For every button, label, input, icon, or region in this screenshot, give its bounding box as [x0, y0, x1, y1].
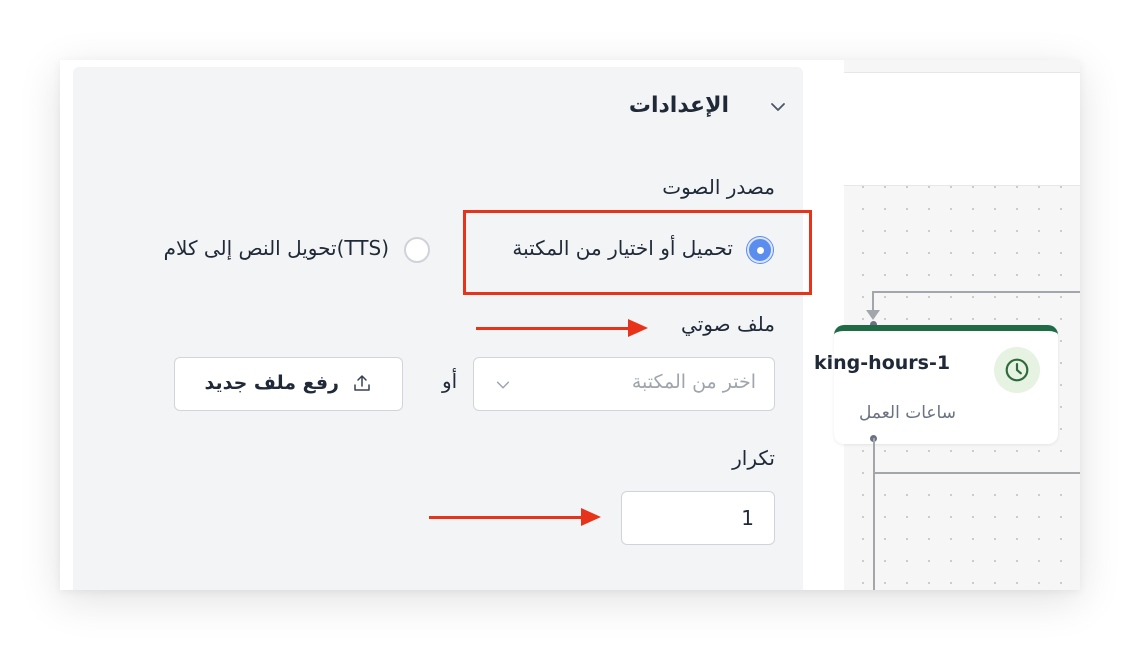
upload-icon [354, 375, 370, 391]
flow-node-working-hours[interactable]: king-hours-1 ساعات العمل [814, 325, 1058, 444]
radio-tts[interactable] [404, 237, 430, 263]
settings-panel: الإعدادات مصدر الصوت تحميل أو اختيار من … [73, 67, 812, 590]
highlight-box [463, 210, 812, 295]
annotation-arrow-head [628, 319, 648, 337]
chevron-down-icon [496, 381, 510, 389]
upload-button-label: رفع ملف جديد [204, 372, 339, 394]
connector-arrow [866, 310, 880, 320]
node-title: king-hours-1 [814, 352, 951, 374]
canvas-toolbar-area [844, 72, 1080, 186]
repeat-label: تكرار [732, 446, 775, 470]
connector-line [873, 438, 875, 590]
flow-canvas[interactable]: king-hours-1 ساعات العمل [814, 60, 1080, 590]
chevron-down-icon[interactable] [768, 97, 788, 117]
repeat-count-value: 1 [741, 506, 754, 530]
connector-line [872, 291, 1080, 293]
clock-icon [994, 347, 1040, 393]
annotation-arrow [429, 516, 581, 519]
screenshot-card: king-hours-1 ساعات العمل الإعدادات مصدر … [60, 60, 1080, 590]
audio-source-label: مصدر الصوت [662, 175, 775, 199]
annotation-arrow [476, 327, 628, 330]
settings-title: الإعدادات [628, 93, 729, 118]
upload-new-file-button[interactable]: رفع ملف جديد [174, 357, 403, 411]
annotation-arrow-head [581, 508, 601, 526]
radio-tts-label[interactable]: (TTS)تحويل النص إلى كلام [164, 236, 389, 260]
node-subtitle: ساعات العمل [859, 403, 956, 423]
library-select-placeholder: اختر من المكتبة [631, 371, 756, 393]
library-select[interactable]: اختر من المكتبة [473, 357, 775, 411]
or-separator: أو [442, 369, 458, 393]
connector-line [873, 472, 1080, 474]
repeat-count-input[interactable]: 1 [621, 491, 775, 545]
audio-file-label: ملف صوتي [681, 312, 775, 336]
